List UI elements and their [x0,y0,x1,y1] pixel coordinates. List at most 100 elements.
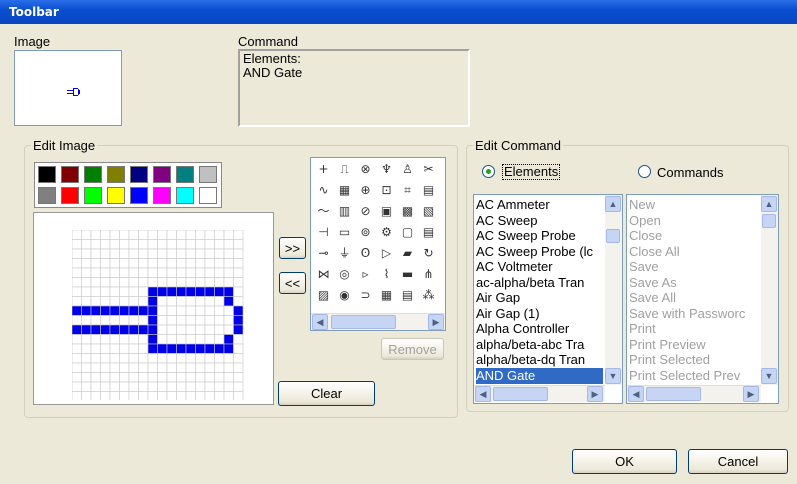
notes-icon[interactable]: ▤ [420,224,437,241]
pixel-cell[interactable] [185,248,196,259]
pixel-cell[interactable] [90,286,101,297]
pixel-cell[interactable] [109,296,120,307]
pixel-cell[interactable] [195,381,206,392]
list-item[interactable]: AC Sweep Probe [476,228,603,244]
pixel-cell[interactable] [100,324,111,335]
pixel-cell[interactable] [147,296,158,307]
pixel-cell[interactable] [147,372,158,383]
pixel-cell[interactable] [72,258,82,269]
pixel-cell[interactable] [176,286,187,297]
pixel-cell[interactable] [81,305,92,316]
pixel-cell[interactable] [90,296,101,307]
pixel-cell[interactable] [166,362,177,373]
pixel-cell[interactable] [195,258,206,269]
pixel-cell[interactable] [81,239,92,250]
new-file-icon[interactable]: ▢ [399,224,416,241]
sine-icon[interactable]: ∿ [315,182,332,199]
pixel-cell[interactable] [138,258,149,269]
pixel-cell[interactable] [128,305,139,316]
box-icon[interactable]: ⊡ [378,182,395,199]
print-icon[interactable]: ▤ [399,287,416,304]
pixel-cell[interactable] [100,353,111,364]
pixel-cell[interactable] [233,315,244,326]
pixel-cell[interactable] [157,258,168,269]
pixel-cell[interactable] [195,267,206,278]
pixel-cell[interactable] [90,391,101,401]
pixel-cell[interactable] [157,305,168,316]
pixel-cell[interactable] [128,353,139,364]
pixel-cell[interactable] [185,315,196,326]
pixel-cell[interactable] [81,362,92,373]
pixel-cell[interactable] [233,286,244,297]
pixel-cell[interactable] [223,381,234,392]
meter-icon[interactable]: ⊗ [357,161,374,178]
pixel-cell[interactable] [147,258,158,269]
undo-icon[interactable]: ↻ [420,245,437,262]
pixel-cell[interactable] [195,391,206,401]
list-item[interactable]: Save with Passworc [629,306,759,322]
pixel-cell[interactable] [223,305,234,316]
pixel-cell[interactable] [128,324,139,335]
pixel-cell[interactable] [90,277,101,288]
pixel-cell[interactable] [109,277,120,288]
pixel-cell[interactable] [109,353,120,364]
color-swatch[interactable] [84,166,102,183]
pixel-cell[interactable] [233,372,244,383]
pixel-cell[interactable] [195,334,206,345]
pixel-cell[interactable] [185,324,196,335]
pixel-cell[interactable] [166,353,177,364]
pixel-cell[interactable] [90,353,101,364]
pixel-cell[interactable] [157,248,168,259]
resistor-icon[interactable]: ▭ [336,224,353,241]
list-item[interactable]: Save As [629,275,759,291]
pixel-cell[interactable] [119,258,130,269]
pixel-cell[interactable] [233,391,244,401]
pixel-cell[interactable] [214,286,225,297]
pixel-cell[interactable] [138,239,149,250]
pixel-cell[interactable] [138,286,149,297]
pixel-cell[interactable] [128,362,139,373]
color-swatch[interactable] [107,187,125,204]
pixel-cell[interactable] [195,353,206,364]
elements-vscrollbar[interactable]: ▲ ▼ [605,195,622,385]
color-swatch[interactable] [199,187,217,204]
pixel-cell[interactable] [90,239,101,250]
block-icon[interactable]: ▥ [336,203,353,220]
pixel-cell[interactable] [81,248,92,259]
pixel-cell[interactable] [157,324,168,335]
pixel-cell[interactable] [109,305,120,316]
pixel-cell[interactable] [195,315,206,326]
pixel-cell[interactable] [157,315,168,326]
pixel-cell[interactable] [138,277,149,288]
pixel-cell[interactable] [90,343,101,354]
clipboard-icon[interactable]: ▧ [420,203,437,220]
pixel-cell[interactable] [233,258,244,269]
pixel-cell[interactable] [72,296,82,307]
color-swatch[interactable] [153,187,171,204]
pixel-cell[interactable] [138,362,149,373]
elements-radio-label[interactable]: Elements [502,164,561,180]
pixel-cell[interactable] [100,381,111,392]
pixel-cell[interactable] [176,362,187,373]
pixel-cell[interactable] [176,248,187,259]
pixel-cell[interactable] [185,362,196,373]
pixel-cell[interactable] [195,239,206,250]
pixel-cell[interactable] [147,362,158,373]
pixel-cell[interactable] [72,267,82,278]
clear-button[interactable]: Clear [278,381,375,406]
pixel-cell[interactable] [81,277,92,288]
pixel-cell[interactable] [157,267,168,278]
pixel-cell[interactable] [204,277,215,288]
list-item[interactable]: alpha/beta-abc Tra [476,337,603,353]
pixel-cell[interactable] [233,381,244,392]
pixel-cell[interactable] [223,334,234,345]
pixel-cell[interactable] [72,353,82,364]
scissors-icon[interactable]: ✂ [420,161,437,178]
list-item[interactable]: Air Gap [476,290,603,306]
pixel-cell[interactable] [90,258,101,269]
pixel-cell[interactable] [72,277,82,288]
pixel-cell[interactable] [214,353,225,364]
scroll-thumb[interactable] [646,387,701,401]
pixel-cell[interactable] [204,305,215,316]
pixel-cell[interactable] [119,372,130,383]
